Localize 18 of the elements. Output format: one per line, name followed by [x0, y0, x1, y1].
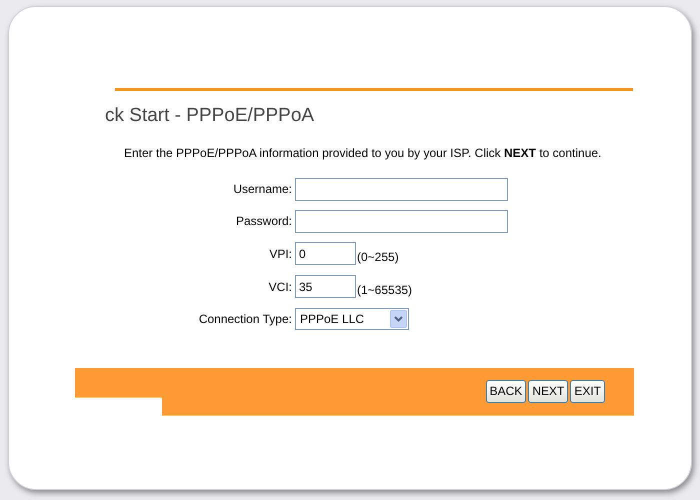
page-title: ck Start - PPPoE/PPPoA: [105, 104, 316, 128]
field-label: VPI:: [268, 246, 293, 262]
instruction-text: Enter the PPPoE/PPPoA information provided to you by your ISP. Click NEXT to continue.: [124, 144, 602, 162]
input-field[interactable]: 0: [295, 242, 356, 265]
wizard-button[interactable]: NEXT: [528, 380, 568, 402]
connection-type-dropdown[interactable]: PPPoE LLC: [295, 308, 409, 330]
wizard-button[interactable]: BACK: [486, 380, 526, 402]
field-label: VCI:: [268, 278, 293, 296]
input-field[interactable]: [295, 210, 508, 232]
field-label: Connection Type:: [198, 310, 293, 328]
field-label: Password:: [234, 213, 293, 230]
wizard-button[interactable]: EXIT: [570, 380, 605, 402]
field-label: Username:: [232, 181, 293, 198]
input-field[interactable]: 35: [295, 275, 356, 298]
chevron-down-icon[interactable]: [390, 310, 407, 328]
input-field[interactable]: [295, 178, 508, 200]
range-hint: (0~255): [357, 248, 399, 266]
range-hint: (1~65535): [357, 282, 412, 298]
